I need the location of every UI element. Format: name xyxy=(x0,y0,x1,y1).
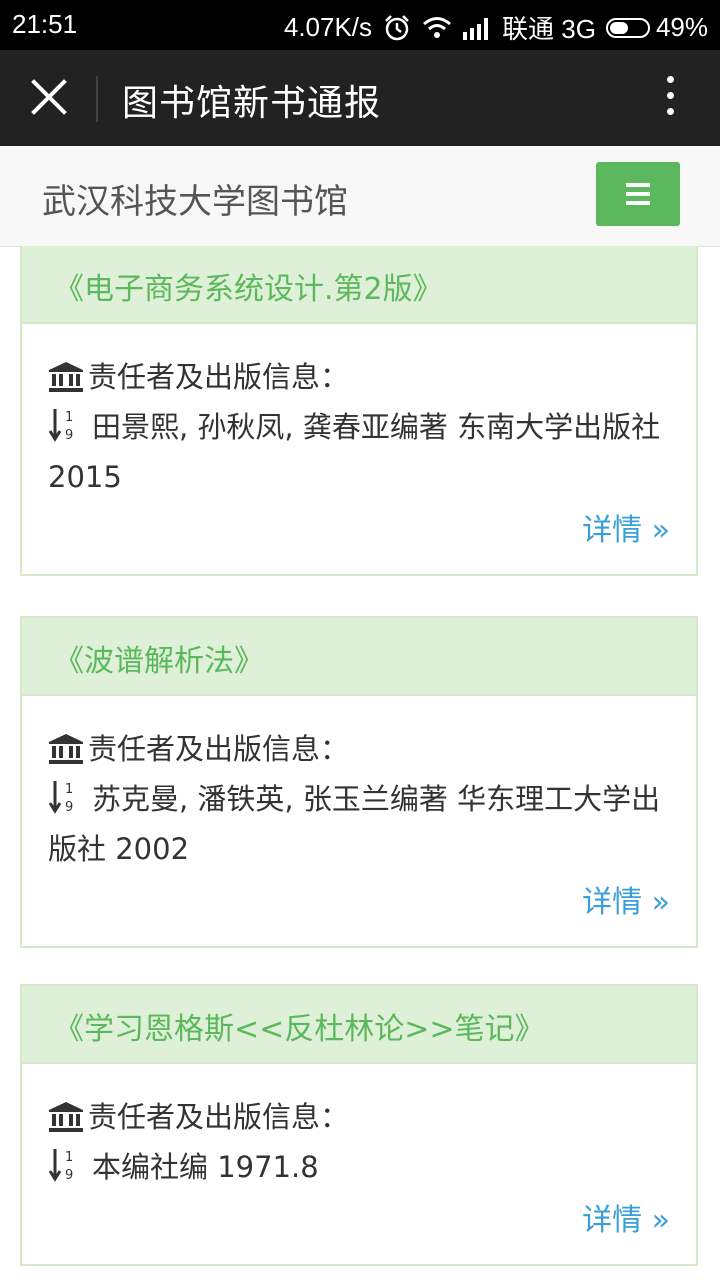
book-details-text: 苏克曼, 潘铁英, 张玉兰编著 华东理工大学出版社 2002 xyxy=(48,782,661,866)
bank-icon xyxy=(49,1102,83,1132)
book-details: 1 9 本编社编 1971.8 xyxy=(48,1142,670,1192)
status-right: 4.07K/s 联通 3G 49% xyxy=(284,9,708,46)
book-details-text: 田景熙, 孙秋凤, 龚春亚编著 东南大学出版社 2015 xyxy=(48,410,661,494)
title-bar: 图书馆新书通报 xyxy=(0,50,720,146)
info-label: 责任者及出版信息： xyxy=(88,360,350,394)
info-label: 责任者及出版信息： xyxy=(88,1100,350,1134)
info-label: 责任者及出版信息： xyxy=(88,732,350,766)
svg-text:1: 1 xyxy=(65,1150,73,1165)
library-name[interactable]: 武汉科技大学图书馆 xyxy=(42,174,348,223)
network-speed: 4.07K/s xyxy=(283,12,373,42)
status-bar: 21:51 4.07K/s 联通 3G 49% xyxy=(0,0,720,50)
battery-indicator: 49% xyxy=(605,12,708,43)
bank-icon xyxy=(49,734,83,764)
close-button[interactable] xyxy=(24,72,74,122)
detail-link[interactable]: 详情 » xyxy=(582,502,670,574)
sort-numeric-icon: 1 9 xyxy=(48,409,73,443)
title-divider xyxy=(96,76,98,122)
close-icon xyxy=(31,79,67,115)
book-title[interactable]: 《波谱解析法》 xyxy=(22,618,696,696)
book-body: 责任者及出版信息： 1 9 本编社编 1971.8 详情 » xyxy=(22,1064,696,1264)
battery-icon xyxy=(605,17,650,38)
more-options-button[interactable] xyxy=(660,76,680,120)
hamburger-menu-icon xyxy=(626,183,650,187)
battery-percent: 49% xyxy=(655,12,708,42)
status-time: 21:51 xyxy=(12,9,78,39)
svg-text:9: 9 xyxy=(65,428,73,443)
book-card: 《波谱解析法》 责任者及出版信息： 1 9 苏克曼, 潘铁英, 张玉兰编著 华东… xyxy=(20,616,698,948)
book-body: 责任者及出版信息： 1 9 苏克曼, 潘铁英, 张玉兰编著 华东理工大学出版社 … xyxy=(22,696,696,946)
detail-link[interactable]: 详情 » xyxy=(582,1192,670,1264)
svg-text:1: 1 xyxy=(65,782,73,797)
bank-icon xyxy=(49,362,83,392)
sort-numeric-icon: 1 9 xyxy=(48,1149,73,1183)
svg-text:9: 9 xyxy=(65,1168,73,1183)
page-title: 图书馆新书通报 xyxy=(122,83,382,124)
sort-numeric-icon: 1 9 xyxy=(48,781,73,815)
book-details: 1 9 田景熙, 孙秋凤, 龚春亚编著 东南大学出版社 2015 xyxy=(48,402,670,502)
book-details: 1 9 苏克曼, 潘铁英, 张玉兰编著 华东理工大学出版社 2002 xyxy=(48,774,670,874)
signal-icon xyxy=(463,17,489,40)
svg-text:9: 9 xyxy=(65,800,73,815)
wifi-icon xyxy=(423,16,451,38)
detail-link[interactable]: 详情 » xyxy=(582,874,670,946)
carrier-label: 联通 3G xyxy=(502,14,596,44)
book-title[interactable]: 《电子商务系统设计.第2版》 xyxy=(22,246,696,324)
info-label-line: 责任者及出版信息： xyxy=(48,352,670,402)
alarm-icon xyxy=(385,14,409,40)
book-details-text: 本编社编 1971.8 xyxy=(92,1150,319,1184)
info-label-line: 责任者及出版信息： xyxy=(48,724,670,774)
info-label-line: 责任者及出版信息： xyxy=(48,1092,670,1142)
book-title[interactable]: 《学习恩格斯<<反杜林论>>笔记》 xyxy=(22,986,696,1064)
menu-toggle-button[interactable] xyxy=(596,162,680,226)
book-card: 《电子商务系统设计.第2版》 责任者及出版信息： 1 9 田景熙, 孙秋凤, 龚… xyxy=(20,246,698,576)
more-vert-icon xyxy=(660,76,680,115)
book-card: 《学习恩格斯<<反杜林论>>笔记》 责任者及出版信息： 1 9 本编社编 197… xyxy=(20,984,698,1266)
book-body: 责任者及出版信息： 1 9 田景熙, 孙秋凤, 龚春亚编著 东南大学出版社 20… xyxy=(22,324,696,574)
library-header: 武汉科技大学图书馆 xyxy=(0,146,720,247)
svg-text:1: 1 xyxy=(65,410,73,425)
